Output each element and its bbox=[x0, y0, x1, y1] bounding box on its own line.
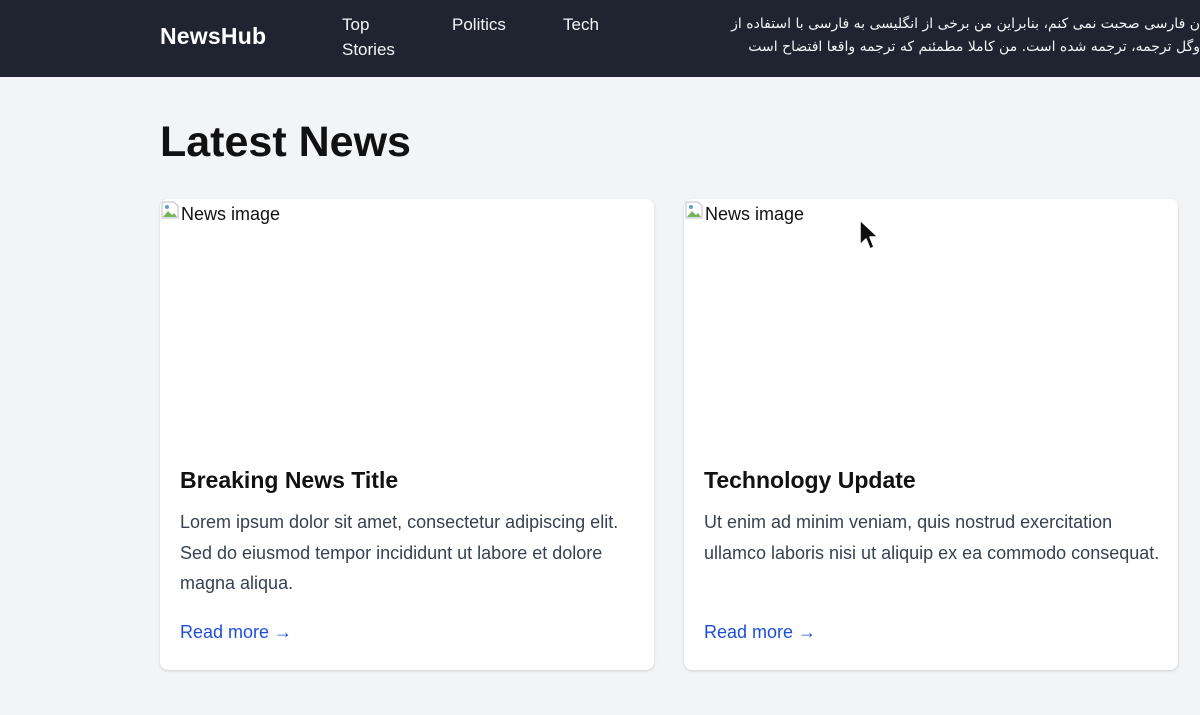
card-body: Technology Update Ut enim ad minim venia… bbox=[704, 465, 1164, 568]
card-excerpt: Ut enim ad minim veniam, quis nostrud ex… bbox=[704, 512, 1160, 563]
image-alt-text: News image bbox=[181, 204, 281, 224]
image-alt-text: News image bbox=[705, 204, 805, 224]
news-card: News image Technology Update Ut enim ad … bbox=[684, 199, 1178, 670]
news-card: News image Breaking News Title Lorem ips… bbox=[160, 199, 654, 670]
translation-notice-line-1: ن فارسی صحبت نمی کنم، بنابراین من برخی ا… bbox=[731, 16, 1200, 32]
translation-notice-line-2: وگل ترجمه، ترجمه شده است. من کاملا مطمئن… bbox=[748, 39, 1200, 55]
read-more-link[interactable]: Read more → bbox=[180, 622, 292, 643]
mouse-pointer-icon bbox=[859, 219, 879, 250]
nav-link-tech[interactable]: Tech bbox=[563, 12, 599, 37]
news-image: News image bbox=[684, 199, 1178, 439]
card-body: Breaking News Title Lorem ipsum dolor si… bbox=[180, 465, 640, 599]
broken-image-icon bbox=[161, 201, 179, 219]
card-title[interactable]: Breaking News Title bbox=[180, 465, 640, 495]
broken-image-icon bbox=[685, 201, 703, 219]
nav-link-top-stories[interactable]: Top Stories bbox=[342, 12, 412, 62]
card-title[interactable]: Technology Update bbox=[704, 465, 1164, 495]
news-image: News image bbox=[160, 199, 654, 439]
read-more-link[interactable]: Read more → bbox=[704, 622, 816, 643]
card-excerpt: Lorem ipsum dolor sit amet, consectetur … bbox=[180, 512, 619, 593]
translation-notice: ن فارسی صحبت نمی کنم، بنابراین من برخی ا… bbox=[640, 13, 1200, 59]
site-logo[interactable]: NewsHub bbox=[160, 23, 266, 50]
page-title: Latest News bbox=[160, 118, 411, 166]
top-navigation-bar: NewsHub Top Stories Politics Tech ن فارس… bbox=[0, 0, 1200, 77]
nav-link-politics[interactable]: Politics bbox=[452, 12, 506, 37]
